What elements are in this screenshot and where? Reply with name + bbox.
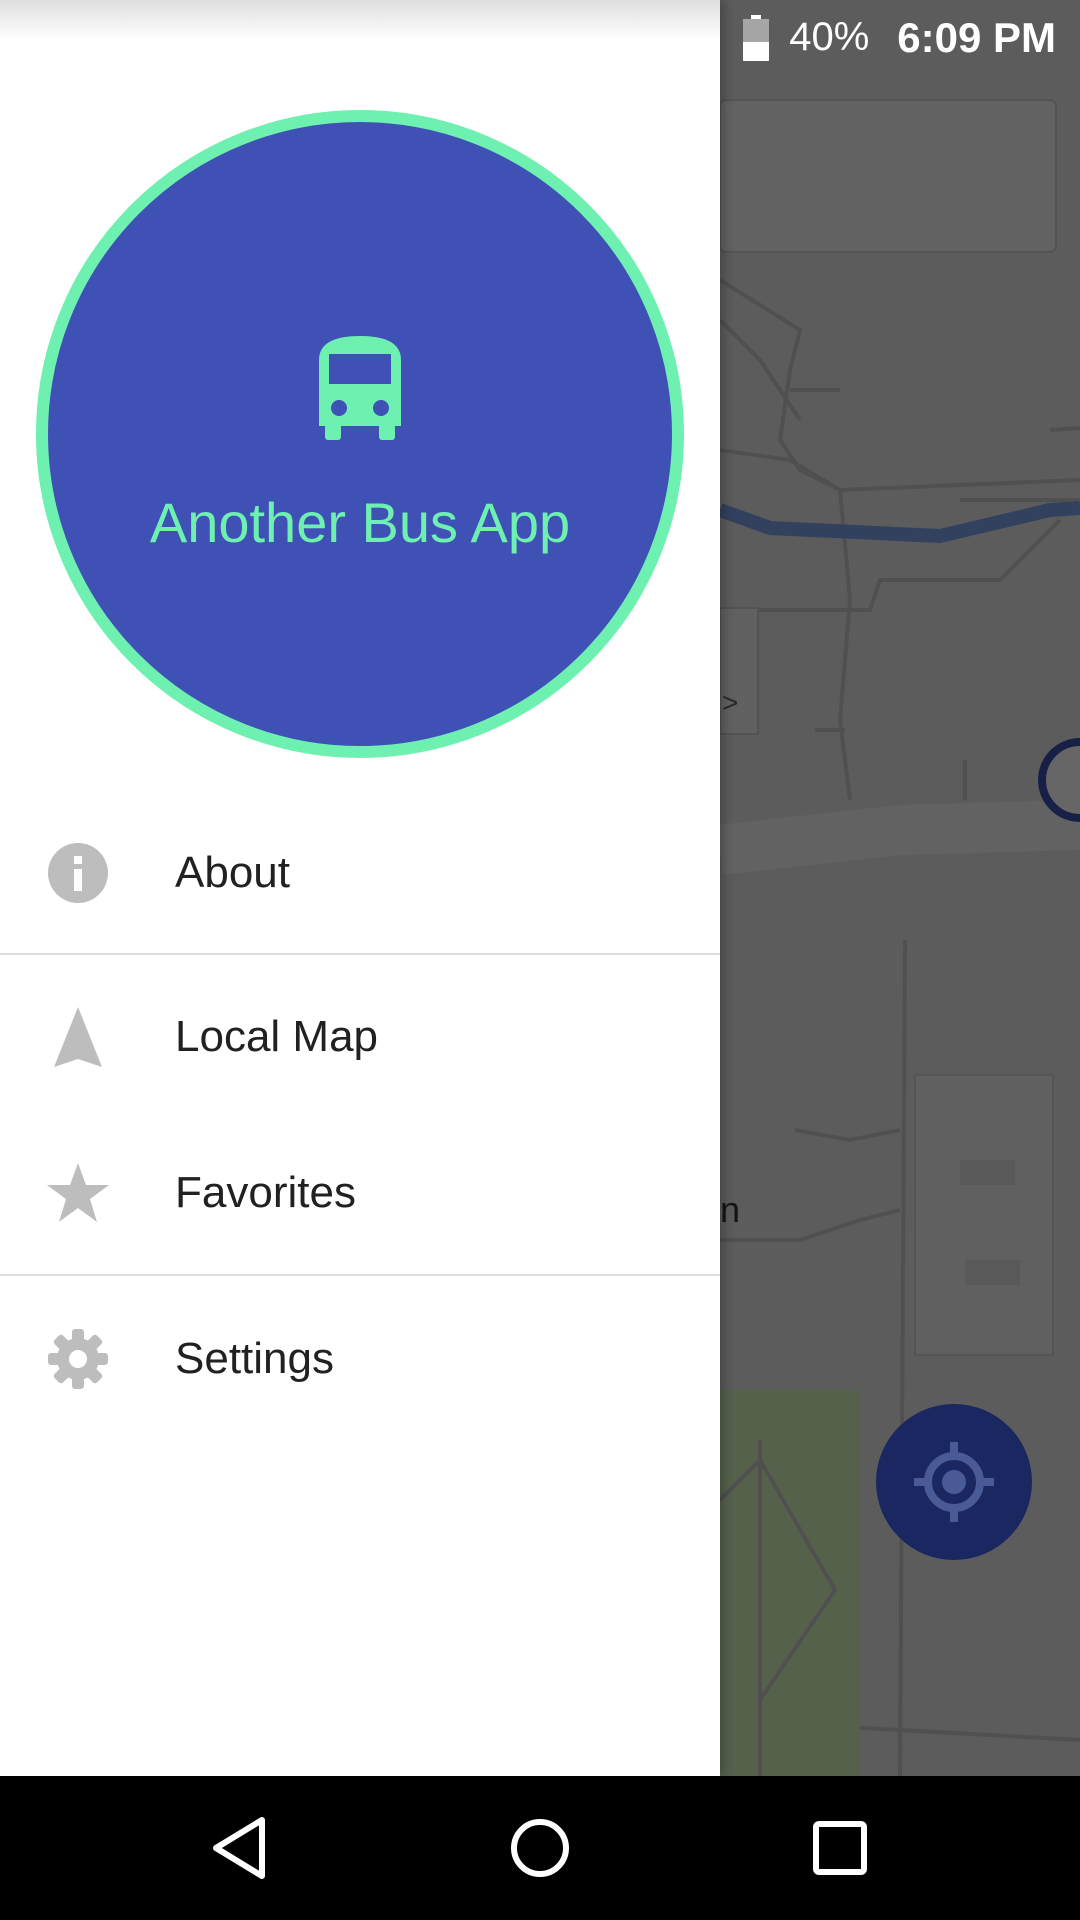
my-location-button[interactable]	[876, 1404, 1032, 1560]
menu-item-local-map[interactable]: Local Map	[0, 962, 720, 1112]
navigation-arrow-icon	[54, 1007, 102, 1067]
info-icon	[48, 843, 108, 903]
menu-item-about[interactable]: About	[0, 798, 720, 948]
recents-icon[interactable]	[798, 1806, 882, 1890]
battery-icon	[743, 14, 770, 61]
gear-icon	[48, 1329, 108, 1389]
menu-item-favorites[interactable]: Favorites	[0, 1118, 720, 1268]
menu-item-label: About	[175, 848, 290, 897]
my-location-icon	[914, 1442, 994, 1522]
battery-percent: 40%	[789, 15, 870, 59]
star-icon	[47, 1163, 109, 1222]
menu-item-settings[interactable]: Settings	[0, 1284, 720, 1434]
menu-item-label: Favorites	[175, 1168, 356, 1217]
bus-icon	[319, 336, 401, 440]
app-title: Another Bus App	[149, 491, 571, 554]
navigation-drawer: Another Bus App About Local Map Favorite…	[0, 0, 720, 1776]
menu-divider	[0, 953, 720, 955]
menu-item-label: Settings	[175, 1334, 334, 1383]
menu-item-label: Local Map	[175, 1012, 379, 1061]
clock: 6:09 PM	[897, 13, 1056, 61]
menu-divider	[0, 1274, 720, 1276]
system-nav-bar	[0, 1776, 1080, 1920]
status-bar: 40% 6:09 PM	[0, 0, 1080, 75]
back-icon[interactable]	[198, 1806, 282, 1890]
home-icon[interactable]	[498, 1806, 582, 1890]
